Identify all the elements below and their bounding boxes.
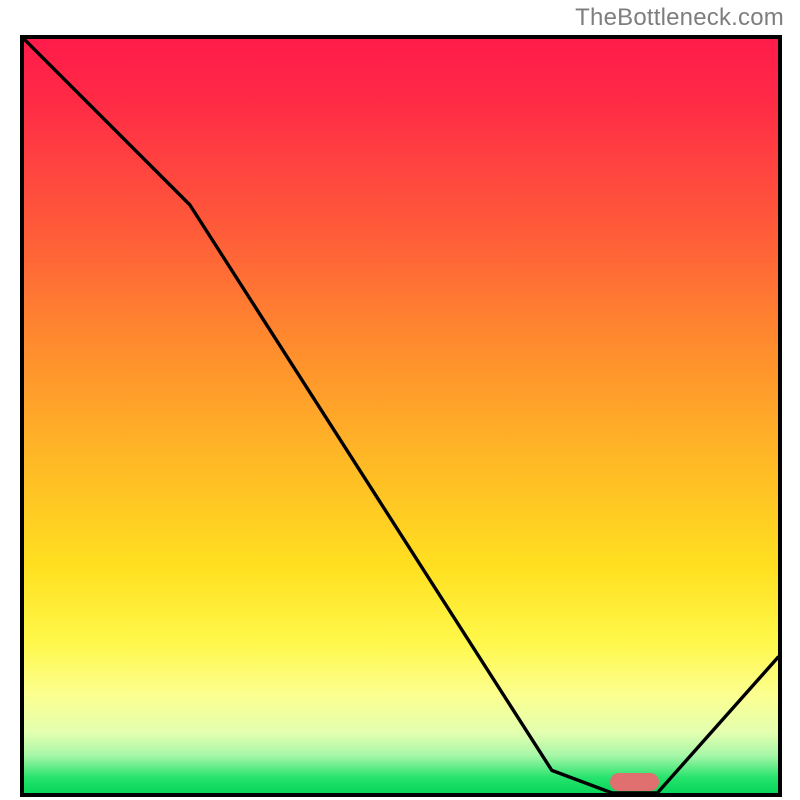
attribution-label: TheBottleneck.com [575,4,784,32]
bottleneck-curve [24,39,778,793]
curve-svg [24,39,778,793]
chart-area [20,35,782,797]
optimal-range-marker [610,773,659,791]
